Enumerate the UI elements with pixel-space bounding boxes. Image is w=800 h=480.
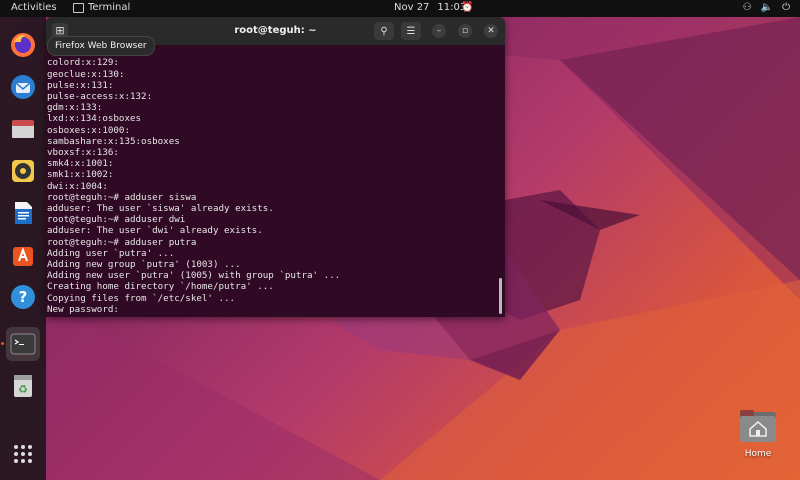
terminal-line: gdm:x:133:: [47, 102, 103, 114]
search-button[interactable]: ⚲: [374, 22, 394, 40]
network-icon: ⚇: [742, 2, 752, 13]
activities-button[interactable]: Activities: [11, 2, 57, 13]
home-folder-desktop-icon[interactable]: [739, 409, 777, 443]
terminal-line: Adding user `putra' ...: [47, 247, 175, 259]
terminal-line: root@teguh:~# adduser putra: [47, 236, 197, 248]
terminal-line: adduser: The user `dwi' already exists.: [47, 225, 263, 237]
app-menu[interactable]: Terminal: [73, 2, 130, 13]
dock-help[interactable]: ?: [6, 280, 40, 314]
terminal-lines: colord:x:129: geoclue:x:130: pulse:x:131: p…: [47, 57, 340, 315]
thunderbird-icon: [11, 75, 35, 99]
hamburger-icon: ☰: [406, 25, 416, 37]
alarm-icon: ⏰: [461, 2, 474, 13]
software-icon: [13, 247, 33, 266]
power-icon: ⏻: [782, 2, 790, 13]
minimize-button[interactable]: –: [432, 24, 446, 38]
terminal-line: osboxes:x:1000:: [47, 124, 130, 136]
dock: ? ♻: [0, 17, 46, 480]
home-folder-icon: [740, 410, 776, 442]
menu-button[interactable]: ☰: [401, 22, 421, 40]
terminal-line: pulse-access:x:132:: [47, 90, 153, 102]
svg-text:♻: ♻: [18, 383, 28, 396]
dock-firefox[interactable]: [6, 28, 40, 62]
terminal-line: Copying files from `/etc/skel' ...: [47, 292, 236, 304]
terminal-line: smk1:x:1002:: [47, 169, 114, 181]
top-bar: Activities Terminal Nov 27 11:03 ⏰ ⚇ 🔈 ⏻: [0, 0, 800, 17]
terminal-line: sambashare:x:135:osboxes: [47, 135, 180, 147]
terminal-line: root@teguh:~# adduser siswa: [47, 191, 197, 203]
close-icon: ✕: [487, 26, 495, 36]
terminal-line: root@teguh:~# adduser dwi: [47, 214, 186, 226]
clock[interactable]: Nov 27 11:03: [394, 2, 466, 13]
dock-trash[interactable]: ♻: [6, 369, 40, 403]
terminal-line: vboxsf:x:136:: [47, 146, 119, 158]
terminal-line: colord:x:129:: [47, 57, 119, 69]
dock-rhythmbox[interactable]: [6, 154, 40, 188]
dock-tooltip: Firefox Web Browser: [47, 36, 155, 56]
firefox-icon: [11, 33, 35, 57]
clock-date: Nov 27: [394, 2, 430, 13]
terminal-line: lxd:x:134:osboxes: [47, 113, 142, 125]
home-folder-label: Home: [744, 449, 772, 459]
help-icon: ?: [11, 285, 35, 309]
files-icon: [12, 120, 34, 138]
running-indicator: [1, 342, 4, 345]
terminal-line: smk4:x:1001:: [47, 158, 114, 170]
dock-software[interactable]: [6, 238, 40, 272]
terminal-icon: [10, 333, 36, 355]
show-apps-button[interactable]: [6, 437, 40, 471]
maximize-icon: ▫: [461, 26, 469, 36]
terminal-line: New password:: [47, 303, 119, 315]
svg-text:?: ?: [19, 288, 28, 306]
terminal-line: Adding new group `putra' (1003) ...: [47, 258, 241, 270]
app-menu-label: Terminal: [88, 2, 131, 13]
search-icon: ⚲: [380, 25, 388, 37]
terminal-line: Creating home directory `/home/putra' ..…: [47, 281, 274, 293]
terminal-line: adduser: The user `siswa' already exists…: [47, 202, 274, 214]
system-tray[interactable]: ⚇ 🔈 ⏻: [743, 2, 790, 13]
dock-files[interactable]: [6, 112, 40, 146]
terminal-window[interactable]: ⊞ root@teguh: ~ ⚲ ☰ – ▫ ✕ colord:x:129: g…: [46, 17, 505, 317]
dock-thunderbird[interactable]: [6, 70, 40, 104]
app-grid-icon: [14, 445, 32, 463]
close-button[interactable]: ✕: [484, 24, 498, 38]
terminal-scrollbar[interactable]: [499, 278, 502, 314]
terminal-line: pulse:x:131:: [47, 79, 114, 91]
rhythmbox-icon: [12, 160, 34, 182]
terminal-mini-icon: [73, 2, 84, 13]
terminal-line: geoclue:x:130:: [47, 68, 125, 80]
minimize-icon: –: [436, 26, 442, 36]
writer-icon: [15, 202, 32, 224]
terminal-line: dwi:x:1004:: [47, 180, 108, 192]
volume-icon: 🔈: [760, 2, 774, 13]
trash-icon: ♻: [14, 375, 32, 397]
terminal-line: Adding new user `putra' (1005) with grou…: [47, 270, 341, 282]
maximize-button[interactable]: ▫: [458, 24, 472, 38]
dock-writer[interactable]: [6, 196, 40, 230]
dock-terminal[interactable]: [1, 327, 40, 361]
terminal-output[interactable]: colord:x:129: geoclue:x:130: pulse:x:131: p…: [47, 47, 497, 315]
